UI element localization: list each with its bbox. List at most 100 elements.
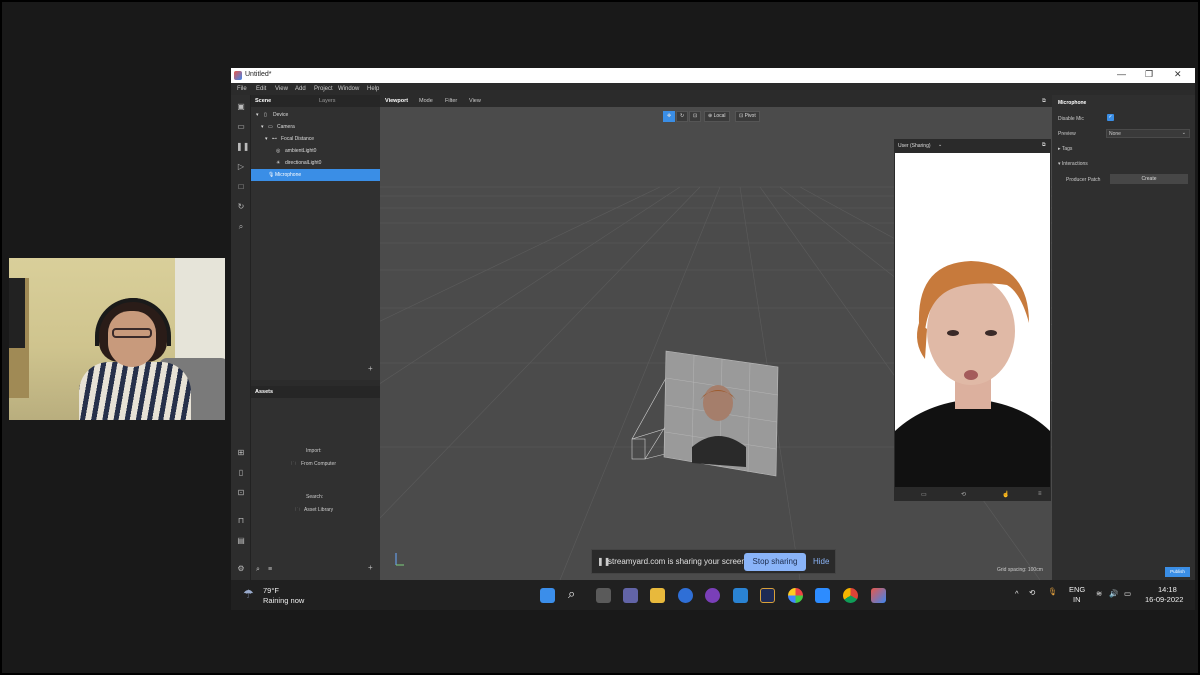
chevron-up-icon[interactable]: ^: [1015, 589, 1019, 598]
wifi-icon[interactable]: ≋: [1096, 589, 1102, 598]
tags-section[interactable]: ▸ Tags: [1058, 146, 1072, 152]
menu-window[interactable]: Window: [338, 86, 359, 92]
from-computer-link[interactable]: From Computer: [301, 461, 336, 467]
lang-primary[interactable]: ENG: [1069, 585, 1085, 594]
scale-tool-icon[interactable]: ⊡: [689, 111, 702, 122]
chat-tool-icon[interactable]: ▤: [236, 536, 246, 546]
menu-project[interactable]: Project: [314, 86, 333, 92]
create-button[interactable]: Create: [1110, 174, 1188, 184]
hide-button[interactable]: Hide: [813, 557, 829, 566]
spark-ar-icon[interactable]: [871, 588, 886, 603]
menu-help[interactable]: Help: [367, 86, 379, 92]
publish-button[interactable]: Publish: [1165, 567, 1190, 577]
chrome-icon[interactable]: [843, 588, 858, 603]
teams-icon[interactable]: [623, 588, 638, 603]
local-toggle[interactable]: ⊕ Local: [704, 111, 730, 122]
zoom-app-icon[interactable]: [678, 588, 693, 603]
lock-tool-icon[interactable]: ⊓: [236, 516, 246, 526]
asset-library-link[interactable]: Asset Library: [304, 507, 333, 513]
start-icon[interactable]: [540, 588, 555, 603]
vscode-icon[interactable]: [733, 588, 748, 603]
scene-panel-header: Scene Layers: [251, 95, 380, 107]
stop-sharing-button[interactable]: Stop sharing: [744, 553, 806, 571]
search-icon[interactable]: ⌕: [568, 586, 575, 602]
sync-icon[interactable]: ⟲: [1029, 588, 1035, 597]
video-icon[interactable]: ▭: [921, 491, 927, 498]
clock-time[interactable]: 14:18: [1158, 585, 1177, 594]
menu-edit[interactable]: Edit: [256, 86, 266, 92]
zoom-icon[interactable]: [815, 588, 830, 603]
tree-item-focal-distance[interactable]: ▾ ⊷ Focal Distance: [251, 133, 380, 145]
device-tool-icon[interactable]: ▯: [236, 468, 246, 478]
simulator-person-preview: [895, 261, 1050, 487]
inspector-title: Microphone: [1058, 100, 1087, 106]
viewport-header: Viewport Mode Filter View ⧉: [380, 95, 1052, 107]
refresh-tool-icon[interactable]: ↻: [236, 202, 246, 212]
upload-tool-icon[interactable]: ⊡: [236, 488, 246, 498]
search-tool-icon[interactable]: ⌕: [236, 222, 246, 232]
tab-filter[interactable]: Filter: [445, 98, 457, 104]
weather-desc[interactable]: Raining now: [263, 596, 304, 605]
slack-icon[interactable]: [788, 588, 803, 603]
viewport-popout-icon[interactable]: ⧉: [1042, 98, 1046, 105]
interactions-section[interactable]: ▾ Interactions: [1058, 161, 1088, 167]
pause-tool-icon[interactable]: ❚❚: [236, 142, 249, 152]
video-stage: Untitled* — ❐ ✕ File Edit View Add Proje…: [2, 2, 1198, 673]
github-icon[interactable]: [705, 588, 720, 603]
menu-view[interactable]: View: [275, 86, 288, 92]
weather-temp[interactable]: 79°F: [263, 586, 279, 595]
asset-filter-icon[interactable]: ≡: [268, 566, 272, 573]
simulator-toolbar: ▭ ⟲ ☝ ≡: [894, 488, 1051, 501]
volume-icon[interactable]: 🔊: [1109, 589, 1118, 598]
tab-mode[interactable]: Mode: [419, 98, 433, 104]
chevron-down-icon[interactable]: ⌄: [938, 142, 942, 148]
tree-item-camera[interactable]: ▾ ▭ Camera: [251, 121, 380, 133]
rotate-tool-icon[interactable]: ↻: [676, 111, 689, 122]
more-icon[interactable]: ≡: [1038, 491, 1042, 497]
tree-item-microphone[interactable]: 🎙 Microphone: [251, 169, 380, 181]
preview-select[interactable]: None ⌄: [1106, 129, 1190, 138]
tab-view[interactable]: View: [469, 98, 481, 104]
scene-tool-icon[interactable]: ▣: [236, 102, 246, 112]
simulator-preview: [895, 153, 1050, 487]
menu-file[interactable]: File: [237, 86, 247, 92]
scene-add-button[interactable]: +: [368, 364, 373, 373]
tab-viewport[interactable]: Viewport: [385, 98, 408, 104]
rotate-device-icon[interactable]: ⟲: [961, 491, 966, 498]
viewport-panel[interactable]: Viewport Mode Filter View ⧉ ✥ ↻ ⊡ ⊕ Loca…: [380, 95, 1052, 580]
pivot-toggle[interactable]: ⊡ Pivot: [735, 111, 760, 122]
clock-date[interactable]: 16-09-2022: [1145, 595, 1183, 604]
microphone-icon: 🎙: [268, 172, 275, 178]
stop-tool-icon[interactable]: □: [236, 182, 246, 192]
lang-secondary[interactable]: IN: [1073, 595, 1081, 604]
ide-icon[interactable]: [760, 588, 775, 603]
tab-layers[interactable]: Layers: [319, 98, 336, 104]
asset-search-icon[interactable]: ⌕: [256, 566, 260, 574]
tab-scene[interactable]: Scene: [255, 98, 271, 104]
weather-icon[interactable]: ☂: [243, 587, 254, 601]
simulator-popout-icon[interactable]: ⧉: [1042, 142, 1046, 148]
tree-item-directional-light[interactable]: ☀ directionalLight0: [251, 157, 380, 169]
tree-item-ambient-light[interactable]: ◎ ambientLight0: [251, 145, 380, 157]
task-view-icon[interactable]: [596, 588, 611, 603]
maximize-button[interactable]: ❐: [1145, 69, 1153, 80]
tree-item-device[interactable]: ▾ ▯ Device: [251, 109, 380, 121]
window-title: Untitled*: [245, 71, 272, 78]
mic-icon[interactable]: 🎙: [1048, 587, 1058, 596]
simulator-device-select[interactable]: User (Sharing): [898, 143, 931, 149]
screen-share-bar: ❚❚ streamyard.com is sharing your screen…: [591, 549, 836, 574]
disable-mic-checkbox[interactable]: ✓: [1107, 114, 1114, 121]
close-button[interactable]: ✕: [1174, 69, 1182, 80]
play-tool-icon[interactable]: ▷: [236, 162, 246, 172]
import-tool-icon[interactable]: ⊞: [236, 448, 246, 458]
producer-patch-label: Producer Patch: [1066, 177, 1101, 183]
file-explorer-icon[interactable]: [650, 588, 665, 603]
camera-tool-icon[interactable]: ▭: [236, 122, 246, 132]
touch-icon[interactable]: ☝: [1002, 491, 1009, 498]
settings-tool-icon[interactable]: ⚙: [236, 564, 246, 574]
battery-icon[interactable]: ▭: [1124, 589, 1131, 598]
minimize-button[interactable]: —: [1117, 69, 1126, 79]
move-tool-icon[interactable]: ✥: [663, 111, 676, 122]
menu-add[interactable]: Add: [295, 86, 306, 92]
assets-add-button[interactable]: +: [368, 563, 373, 572]
